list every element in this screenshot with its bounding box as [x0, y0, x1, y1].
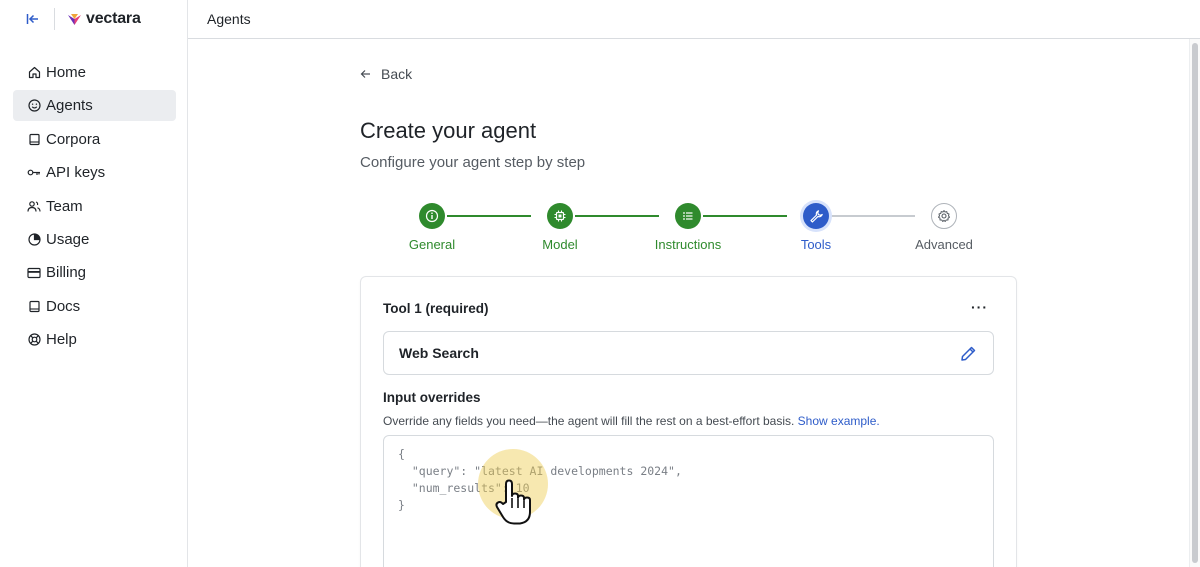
main-scrollbar[interactable] — [1189, 39, 1200, 567]
sidebar-item-label: Docs — [46, 297, 81, 315]
back-link[interactable]: Back — [360, 66, 412, 82]
collapse-sidebar-button[interactable] — [24, 11, 40, 27]
smiley-icon — [27, 99, 41, 113]
pie-chart-icon — [27, 232, 41, 246]
pencil-icon — [961, 346, 976, 361]
sidebar-header: vectara — [0, 0, 187, 38]
sidebar-item-label: Help — [46, 331, 77, 349]
sidebar-item-docs[interactable]: Docs — [13, 291, 176, 322]
step-label-general: General — [408, 237, 456, 252]
page-header-title: Agents — [207, 11, 251, 27]
input-overrides-title: Input overrides — [383, 390, 481, 405]
step-instructions[interactable] — [675, 203, 701, 229]
list-icon — [683, 212, 693, 220]
sidebar-item-label: API keys — [46, 164, 106, 182]
sidebar-item-home[interactable]: Home — [13, 57, 176, 88]
book-icon — [27, 132, 41, 146]
logo-text: vectara — [86, 10, 141, 27]
step-progress: General Model Instructions Tools Advance… — [360, 203, 1016, 259]
header-divider — [54, 8, 55, 30]
edit-tool-button[interactable] — [960, 345, 977, 362]
show-example-link[interactable]: Show example. — [798, 414, 880, 428]
sidebar-item-corpora[interactable]: Corpora — [13, 124, 176, 155]
sidebar-item-help[interactable]: Help — [13, 324, 176, 355]
vectara-logo-icon — [68, 13, 81, 25]
step-connector — [575, 215, 659, 217]
credit-card-icon — [27, 266, 41, 280]
page-subtitle: Configure your agent step by step — [360, 154, 586, 171]
info-icon — [425, 209, 439, 223]
sidebar-item-api-keys[interactable]: API keys — [13, 157, 176, 188]
overrides-description-text: Override any fields you need—the agent w… — [383, 414, 795, 428]
step-label-model: Model — [542, 237, 578, 252]
sidebar-item-usage[interactable]: Usage — [13, 224, 176, 255]
tool-card: Tool 1 (required) ··· Web Search Input o… — [360, 276, 1017, 567]
step-connector — [831, 215, 915, 217]
users-icon — [27, 199, 41, 213]
input-overrides-editor[interactable]: { "query": "latest AI developments 2024"… — [383, 435, 994, 567]
step-model[interactable] — [547, 203, 573, 229]
step-general[interactable] — [419, 203, 445, 229]
step-advanced[interactable] — [931, 203, 957, 229]
tool-selector[interactable]: Web Search — [383, 331, 994, 375]
sidebar-nav: Home Agents Corpora API keys Team Usage … — [0, 57, 187, 355]
sidebar-item-label: Billing — [46, 264, 87, 282]
gear-icon — [938, 210, 950, 222]
step-label-instructions: Instructions — [654, 237, 722, 252]
step-tools[interactable] — [803, 203, 829, 229]
home-icon — [27, 66, 41, 80]
sidebar-item-label: Agents — [46, 97, 93, 115]
sidebar-item-label: Corpora — [46, 130, 101, 148]
back-label: Back — [381, 66, 413, 82]
book-icon — [27, 299, 41, 313]
step-connector — [447, 215, 531, 217]
step-label-advanced: Advanced — [915, 237, 973, 252]
tool-name: Web Search — [399, 345, 479, 361]
wrench-icon — [810, 210, 823, 223]
step-label-tools: Tools — [800, 237, 832, 252]
vectara-logo[interactable]: vectara — [67, 10, 141, 28]
sidebar-item-agents[interactable]: Agents — [13, 90, 176, 122]
tool-title: Tool 1 (required) — [383, 301, 489, 316]
chip-icon — [554, 210, 566, 222]
lifebuoy-icon — [27, 333, 41, 347]
sidebar-item-billing[interactable]: Billing — [13, 257, 176, 288]
key-icon — [27, 166, 41, 180]
sidebar-item-label: Team — [46, 197, 83, 215]
page-title: Create your agent — [360, 118, 537, 143]
sidebar: vectara Home Agents Corpora API keys Tea… — [0, 0, 188, 567]
arrow-left-icon — [360, 70, 370, 78]
sidebar-item-label: Home — [46, 64, 87, 81]
sidebar-item-label: Usage — [46, 230, 90, 248]
step-connector — [703, 215, 787, 217]
sidebar-item-team[interactable]: Team — [13, 191, 176, 222]
scroll-thumb[interactable] — [1192, 43, 1198, 563]
collapse-sidebar-icon — [26, 14, 38, 24]
more-options-button[interactable]: ··· — [971, 299, 988, 315]
top-bar: Agents — [188, 0, 1200, 39]
main-content: Back Create your agent Configure your ag… — [188, 39, 1189, 567]
input-overrides-description: Override any fields you need—the agent w… — [383, 414, 880, 428]
